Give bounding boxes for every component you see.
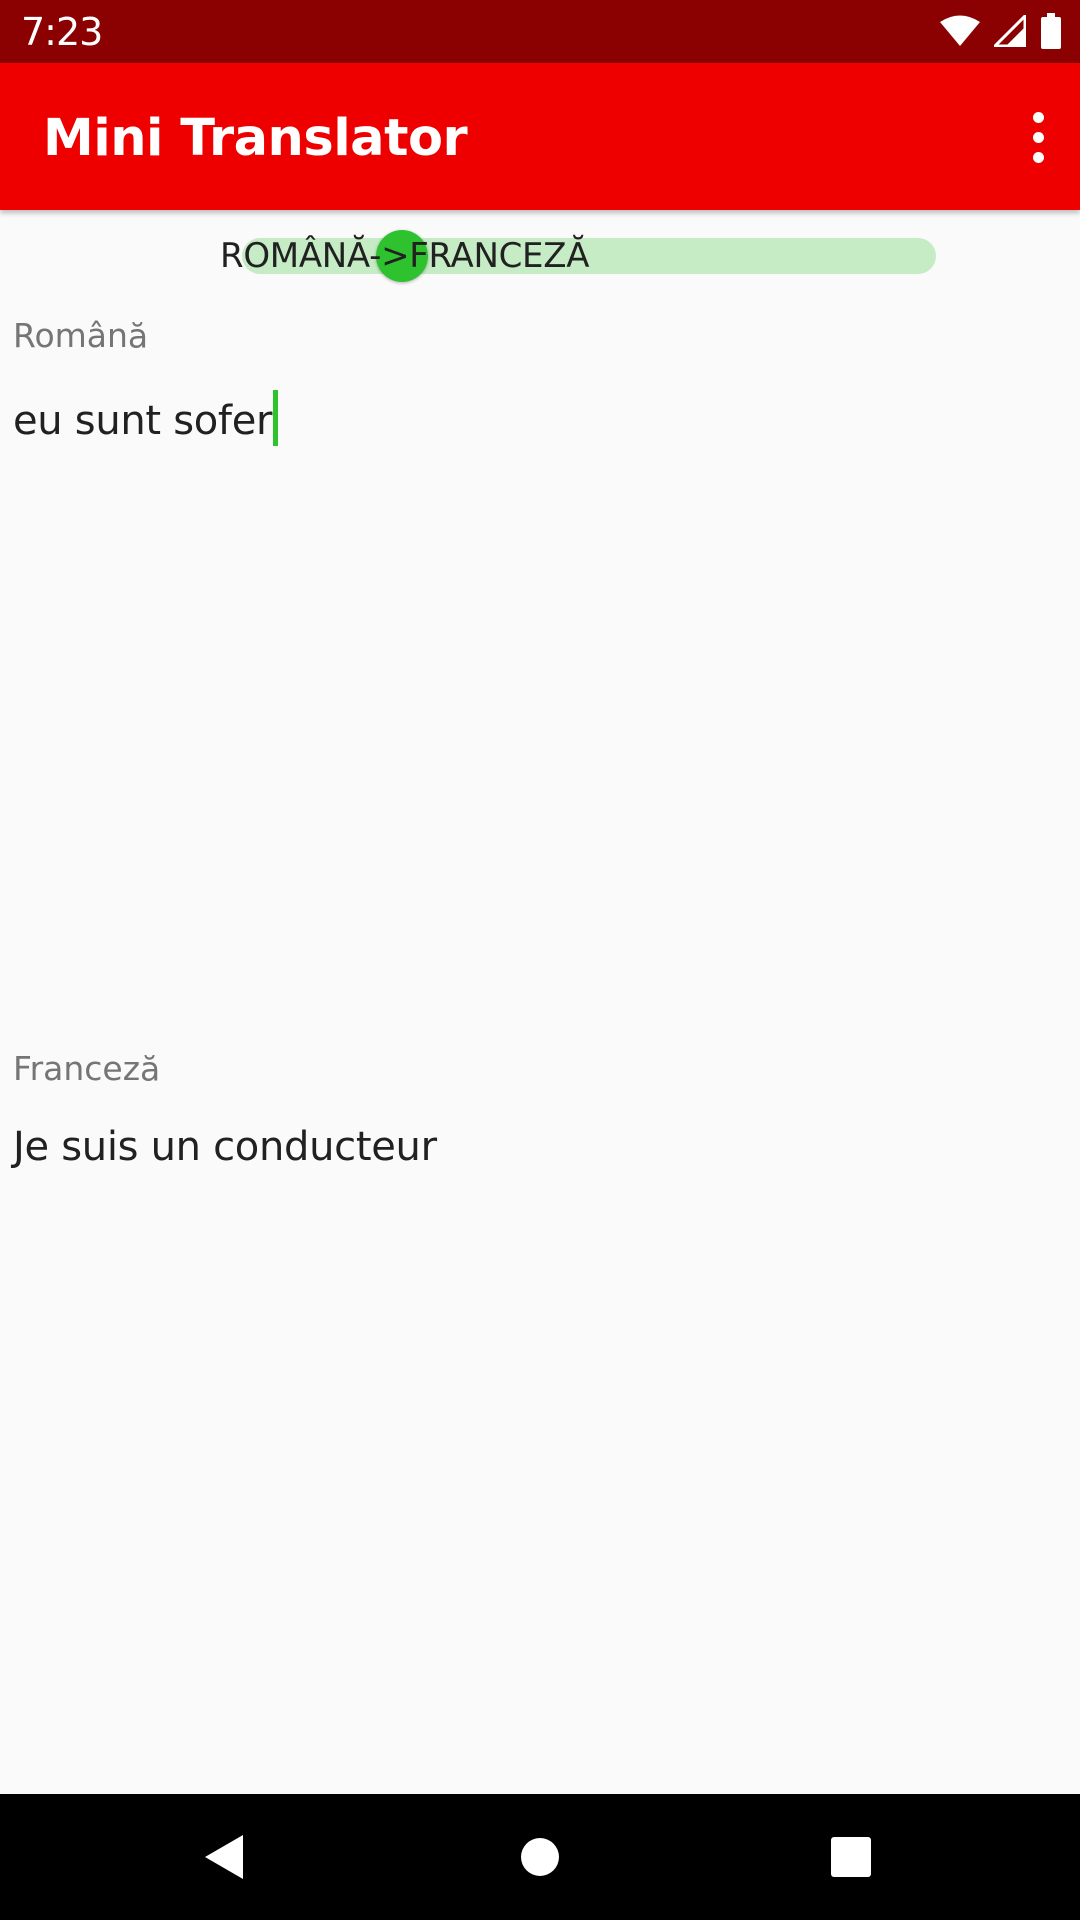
source-text: eu sunt sofer: [13, 398, 273, 444]
navigation-bar: [0, 1794, 1080, 1920]
app-bar: Mini Translator: [0, 63, 1080, 210]
direction-switch[interactable]: ROMÂNĂ->FRANCEZĂ: [220, 228, 940, 284]
status-icons: [940, 13, 1062, 49]
status-bar: 7:23: [0, 0, 1080, 63]
back-icon[interactable]: [155, 1794, 295, 1920]
overflow-menu-icon[interactable]: [1006, 101, 1070, 173]
recents-icon[interactable]: [781, 1794, 921, 1920]
overflow-dot: [1032, 131, 1044, 143]
source-label: Română: [13, 316, 149, 355]
signal-icon: [994, 15, 1026, 47]
direction-switch-label: ROMÂNĂ->FRANCEZĂ: [220, 236, 590, 276]
source-input[interactable]: eu sunt sofer: [13, 390, 279, 446]
app-title: Mini Translator: [43, 109, 468, 168]
home-icon[interactable]: [470, 1794, 610, 1920]
wifi-icon: [940, 15, 980, 47]
target-output[interactable]: Je suis un conducteur: [13, 1122, 437, 1172]
overflow-dot: [1032, 151, 1044, 163]
text-cursor: [273, 390, 279, 446]
overflow-dot: [1032, 111, 1044, 123]
status-time: 7:23: [21, 10, 103, 54]
battery-icon: [1040, 13, 1062, 49]
target-label: Franceză: [13, 1049, 161, 1088]
